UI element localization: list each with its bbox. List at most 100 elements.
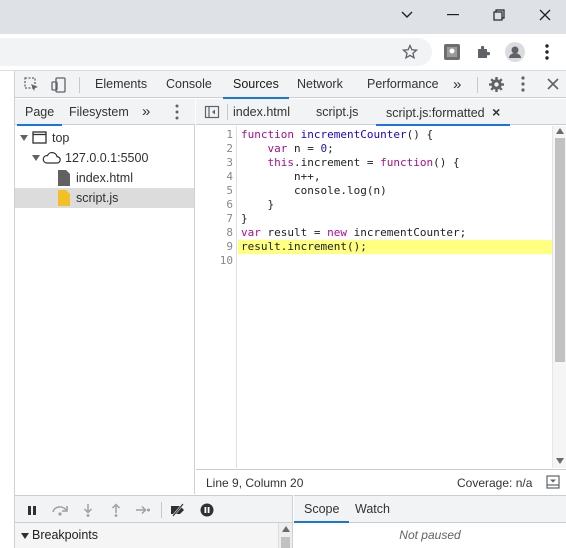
code-line[interactable]: function incrementCounter() { (241, 128, 433, 142)
devtools-tab-bar: Elements Console Sources Network Perform… (15, 71, 566, 99)
profile-avatar[interactable] (503, 40, 527, 64)
code-line[interactable]: } (241, 198, 274, 212)
tab-search-icon[interactable] (384, 0, 430, 30)
code-line[interactable]: var result = new incrementCounter; (241, 226, 466, 240)
line-number[interactable]: 2 (196, 142, 233, 156)
step-out-icon[interactable] (107, 501, 125, 519)
address-bar[interactable] (0, 38, 432, 66)
deactivate-breakpoints-icon[interactable] (169, 501, 187, 519)
tab-network[interactable]: Network (297, 71, 343, 98)
tree-item-index-html[interactable]: index.html (15, 168, 194, 188)
code-token: console.log(n) (241, 184, 387, 197)
scroll-up-icon[interactable] (282, 526, 290, 532)
more-tabs-chevron-icon[interactable]: » (453, 71, 461, 98)
tab-watch[interactable]: Watch (355, 496, 390, 523)
not-paused-message: Not paused (399, 528, 461, 542)
browser-toolbar (0, 34, 566, 70)
code-line[interactable]: var n = 0; (241, 142, 334, 156)
devtools-panel: Elements Console Sources Network Perform… (0, 71, 566, 548)
tree-item-top[interactable]: top (15, 128, 194, 148)
editor-tab-index-html[interactable]: index.html (233, 99, 290, 125)
code-line[interactable]: n++, (241, 170, 321, 184)
tree-item-host[interactable]: 127.0.0.1:5500 (15, 148, 194, 168)
navigator-tab-bar: Page Filesystem » (15, 99, 195, 126)
toolbar-separator (161, 502, 162, 518)
scrollbar-thumb[interactable] (281, 537, 290, 548)
line-number[interactable]: 5 (196, 184, 233, 198)
devtools-edge (0, 71, 15, 548)
code-token: () { (433, 156, 460, 169)
tab-scope[interactable]: Scope (293, 496, 351, 523)
cursor-position: Line 9, Column 20 (206, 476, 304, 490)
tree-label: script.js (76, 191, 119, 205)
restore-icon[interactable] (476, 0, 522, 30)
step-over-icon[interactable] (51, 501, 69, 519)
extensions-puzzle-icon[interactable] (471, 40, 495, 64)
tab-page[interactable]: Page (16, 99, 63, 126)
line-number[interactable]: 10 (196, 254, 233, 268)
close-window-icon[interactable] (522, 0, 566, 30)
editor-tab-bar: index.html script.js script.js:formatted… (196, 99, 566, 126)
pause-icon[interactable] (23, 501, 41, 519)
bookmark-star-icon[interactable] (398, 40, 422, 64)
line-number[interactable]: 4 (196, 170, 233, 184)
minimize-icon[interactable] (430, 0, 476, 30)
tree-item-script-js[interactable]: script.js (15, 188, 194, 208)
code-line[interactable]: console.log(n) (241, 184, 387, 198)
js-file-icon (58, 190, 70, 206)
step-into-icon[interactable] (79, 501, 97, 519)
line-number[interactable]: 7 (196, 212, 233, 226)
line-number[interactable]: 8 (196, 226, 233, 240)
toggle-debugger-icon[interactable] (546, 475, 560, 489)
editor-tab-script-js[interactable]: script.js (316, 99, 358, 125)
tree-label: index.html (76, 171, 133, 185)
editor-tab-script-formatted[interactable]: script.js:formatted × (375, 99, 511, 126)
scroll-up-icon[interactable] (556, 128, 564, 134)
code-token: incrementCounter; (353, 226, 467, 239)
tab-filesystem[interactable]: Filesystem (69, 99, 129, 125)
code-line[interactable]: this.increment = function() { (241, 156, 460, 170)
line-number[interactable]: 9 (196, 240, 233, 254)
close-tab-icon[interactable]: × (492, 104, 500, 120)
code-editor[interactable]: 1 2 3 4 5 6 7 8 9 10 function incrementC… (196, 126, 566, 468)
line-number[interactable]: 6 (196, 198, 233, 212)
navigator-menu-icon[interactable] (175, 104, 181, 120)
code-token: function (380, 156, 434, 169)
pause-on-exceptions-icon[interactable] (198, 501, 216, 519)
tab-elements[interactable]: Elements (95, 71, 147, 98)
coverage-status[interactable]: Coverage: n/a (457, 476, 532, 490)
editor-scrollbar[interactable] (552, 126, 566, 468)
scroll-down-icon[interactable] (556, 458, 564, 464)
inspect-element-icon[interactable] (23, 76, 41, 94)
sidebar-scrollbar[interactable] (278, 523, 292, 548)
more-navigator-tabs-icon[interactable]: » (142, 99, 150, 125)
tab-sources[interactable]: Sources (223, 71, 289, 99)
line-number[interactable]: 3 (196, 156, 233, 170)
tree-label: 127.0.0.1:5500 (65, 151, 149, 165)
code-token: n++, (241, 170, 321, 183)
scrollbar-thumb[interactable] (555, 138, 565, 362)
settings-gear-icon[interactable] (488, 76, 505, 93)
extension-app-icon[interactable] (440, 40, 464, 64)
toggle-navigator-icon[interactable] (204, 104, 220, 120)
expand-arrow-icon[interactable] (20, 135, 28, 141)
code-token: result = (267, 226, 328, 239)
line-number[interactable]: 1 (196, 128, 233, 142)
code-line[interactable]: } (241, 212, 248, 226)
browser-title-bar (0, 0, 566, 34)
browser-menu-icon[interactable] (535, 40, 559, 64)
close-devtools-icon[interactable] (547, 78, 560, 91)
breakpoints-section-header[interactable]: Breakpoints (15, 523, 293, 548)
code-line[interactable]: result.increment(); (241, 240, 367, 254)
expand-arrow-icon[interactable] (32, 155, 40, 161)
editor-status-bar: Line 9, Column 20 Coverage: n/a (196, 469, 566, 494)
step-icon[interactable] (134, 501, 152, 519)
breakpoints-label: Breakpoints (32, 528, 99, 542)
tab-console[interactable]: Console (166, 71, 212, 98)
device-toolbar-icon[interactable] (50, 76, 68, 94)
tab-performance[interactable]: Performance (367, 71, 439, 98)
code-token: n = (294, 142, 321, 155)
devtools-menu-icon[interactable] (521, 76, 529, 93)
